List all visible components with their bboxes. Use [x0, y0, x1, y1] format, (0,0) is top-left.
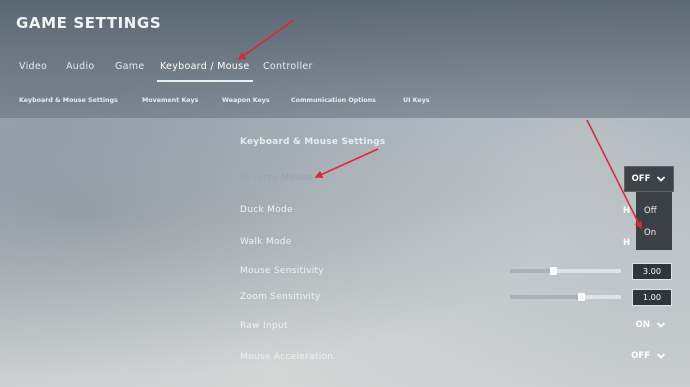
raw-input-value: ON	[635, 320, 650, 330]
tab-audio[interactable]: Audio	[66, 61, 95, 72]
reverse-mouse-select[interactable]: OFF	[624, 166, 674, 192]
tab-controller[interactable]: Controller	[263, 61, 313, 72]
zoom-sensitivity-slider-fill	[510, 295, 582, 299]
section-title: Keyboard & Mouse Settings	[240, 137, 386, 147]
header: GAME SETTINGS Video Audio Game Keyboard …	[0, 0, 690, 118]
setting-row-mouse-acceleration: Mouse Acceleration OFF	[236, 346, 674, 370]
reverse-mouse-dropdown: Off On	[636, 192, 672, 250]
mouse-sensitivity-label: Mouse Sensitivity	[240, 266, 325, 276]
duck-mode-label: Duck Mode	[240, 205, 293, 215]
walk-mode-label: Walk Mode	[240, 237, 292, 247]
chevron-down-icon	[656, 353, 666, 359]
setting-row-walk-mode: Walk Mode	[236, 231, 674, 255]
mouse-sensitivity-slider[interactable]	[510, 267, 621, 275]
mouse-acceleration-select[interactable]: OFF	[631, 351, 666, 361]
zoom-sensitivity-input[interactable]: 1.00	[632, 289, 672, 306]
zoom-sensitivity-slider[interactable]	[510, 293, 621, 301]
page-title: GAME SETTINGS	[16, 14, 162, 32]
setting-row-duck-mode: Duck Mode	[236, 199, 674, 223]
subtab-ui-keys[interactable]: UI Keys	[403, 97, 430, 104]
dropdown-option-off[interactable]: Off	[644, 206, 657, 216]
subtab-keyboard-mouse-settings[interactable]: Keyboard & Mouse Settings	[19, 97, 118, 104]
zoom-sensitivity-slider-handle[interactable]	[578, 293, 586, 301]
raw-input-select[interactable]: ON	[636, 320, 666, 330]
mouse-sensitivity-slider-fill	[510, 269, 554, 273]
subtab-communication-options[interactable]: Communication Options	[291, 97, 376, 104]
mouse-acceleration-label: Mouse Acceleration	[240, 352, 334, 362]
reverse-mouse-label: Reverse Mouse	[240, 173, 313, 183]
tab-keyboard-mouse[interactable]: Keyboard / Mouse	[157, 61, 253, 82]
reverse-mouse-value: OFF	[631, 174, 651, 184]
walk-mode-value[interactable]: H	[623, 238, 630, 248]
mouse-sensitivity-input[interactable]: 3.00	[632, 263, 672, 280]
raw-input-label: Raw Input	[240, 321, 288, 331]
subtab-weapon-keys[interactable]: Weapon Keys	[222, 97, 270, 104]
mouse-sensitivity-slider-handle[interactable]	[550, 267, 558, 275]
setting-row-raw-input: Raw Input ON	[236, 315, 674, 339]
tab-video[interactable]: Video	[19, 61, 47, 72]
subtab-movement-keys[interactable]: Movement Keys	[142, 97, 198, 104]
chevron-down-icon	[656, 322, 666, 328]
setting-row-reverse-mouse: Reverse Mouse	[236, 167, 674, 191]
chevron-down-icon	[657, 176, 666, 182]
tab-game[interactable]: Game	[115, 61, 144, 72]
mouse-acceleration-value: OFF	[631, 351, 650, 361]
dropdown-option-on[interactable]: On	[644, 228, 656, 238]
duck-mode-value[interactable]: H	[623, 206, 630, 216]
zoom-sensitivity-label: Zoom Sensitivity	[240, 292, 321, 302]
